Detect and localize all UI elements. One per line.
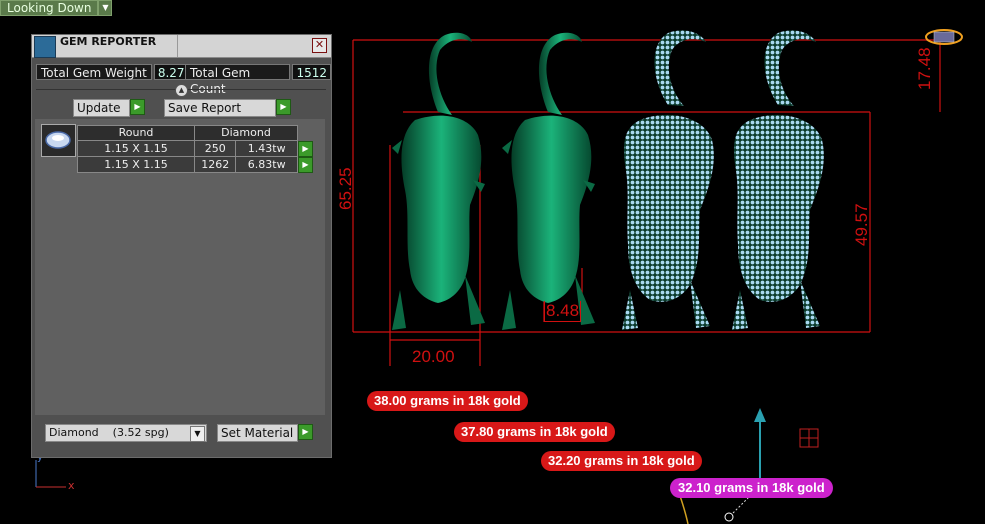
axis-gizmo [35,460,66,488]
weight-pill-3: 32.20 grams in 18k gold [541,451,702,471]
panther-pave-2 [732,30,824,330]
panel-titlebar[interactable]: GEM REPORTER ✕ [32,35,331,58]
set-material-control: Set Material ▶ [217,424,313,442]
gem-reporter-app-icon [34,36,56,58]
panther-pave-1 [622,30,714,330]
set-material-go-icon[interactable]: ▶ [298,424,313,440]
material-select-value: Diamond (3.52 spg) [49,426,169,439]
row-weight: 1.43tw [235,140,298,157]
panther-jade-2 [502,32,595,330]
weight-pill-2: 37.80 grams in 18k gold [454,422,615,442]
table-row[interactable]: 1.15 X 1.15 1262 6.83tw ▶ [77,156,319,173]
update-go-icon[interactable]: ▶ [130,99,145,115]
total-weight-label: Total Gem Weight [36,64,152,80]
save-report-control: Save Report ▶ [164,99,291,117]
total-count-stat: Total Gem Count 1512 [185,64,331,96]
material-select[interactable]: Diamond (3.52 spg) ▼ [45,424,207,442]
row-size: 1.15 X 1.15 [77,140,195,157]
row-count: 1262 [193,156,237,173]
titlebar-tab-divider [177,35,178,57]
total-weight-stat: Total Gem Weight 8.27 [36,64,189,80]
dim-label-body-height: 49.57 [852,203,871,246]
update-button[interactable]: Update [73,99,130,117]
set-material-button[interactable]: Set Material [217,424,298,442]
row-go-icon[interactable]: ▶ [298,140,313,157]
total-count-label: Total Gem Count [185,64,291,96]
gem-table-header: Round Diamond [77,125,319,141]
close-icon[interactable]: ✕ [312,38,327,53]
row-weight: 6.83tw [235,156,298,173]
chevron-down-icon[interactable]: ▼ [98,0,113,16]
weight-pill-4: 32.10 grams in 18k gold [670,478,833,498]
dim-label-inner-width: 8.48 [544,301,582,322]
header-material: Diamond [194,125,298,141]
table-row[interactable]: 1.15 X 1.15 250 1.43tw ▶ [77,140,319,157]
update-control: Update ▶ [73,99,145,117]
row-go-icon[interactable]: ▶ [298,156,313,173]
chevron-down-icon[interactable]: ▼ [190,426,205,442]
gem-reporter-panel: GEM REPORTER ✕ Total Gem Weight 8.27 Tot… [31,34,332,458]
grid-snap-icon [799,428,819,448]
save-report-go-icon[interactable]: ▶ [276,99,291,115]
total-count-value: 1512 [292,64,331,80]
gem-list: Round Diamond 1.15 X 1.15 250 1.43tw ▶ 1… [35,119,325,415]
row-count: 250 [193,140,237,157]
view-cube-icon [925,29,963,45]
weight-pill-1: 38.00 grams in 18k gold [367,391,528,411]
panther-jade-1 [392,32,485,330]
total-weight-value: 8.27 [153,64,189,80]
dim-label-tail-height: 17.48 [915,47,934,90]
axis-label-x: x [68,479,75,492]
row-size: 1.15 X 1.15 [77,156,195,173]
save-report-button[interactable]: Save Report [164,99,276,117]
panel-title: GEM REPORTER [60,35,157,48]
dim-label-width: 20.00 [412,347,455,366]
view-dropdown[interactable]: Looking Down ▼ [0,0,113,16]
round-gem-icon[interactable] [41,124,76,157]
view-dropdown-label: Looking Down [0,0,99,16]
collapse-knob-icon[interactable]: ▲ [175,84,188,97]
dim-label-total-height: 65.25 [336,167,355,210]
header-cut: Round [77,125,195,141]
gem-table: Round Diamond 1.15 X 1.15 250 1.43tw ▶ 1… [77,125,319,173]
